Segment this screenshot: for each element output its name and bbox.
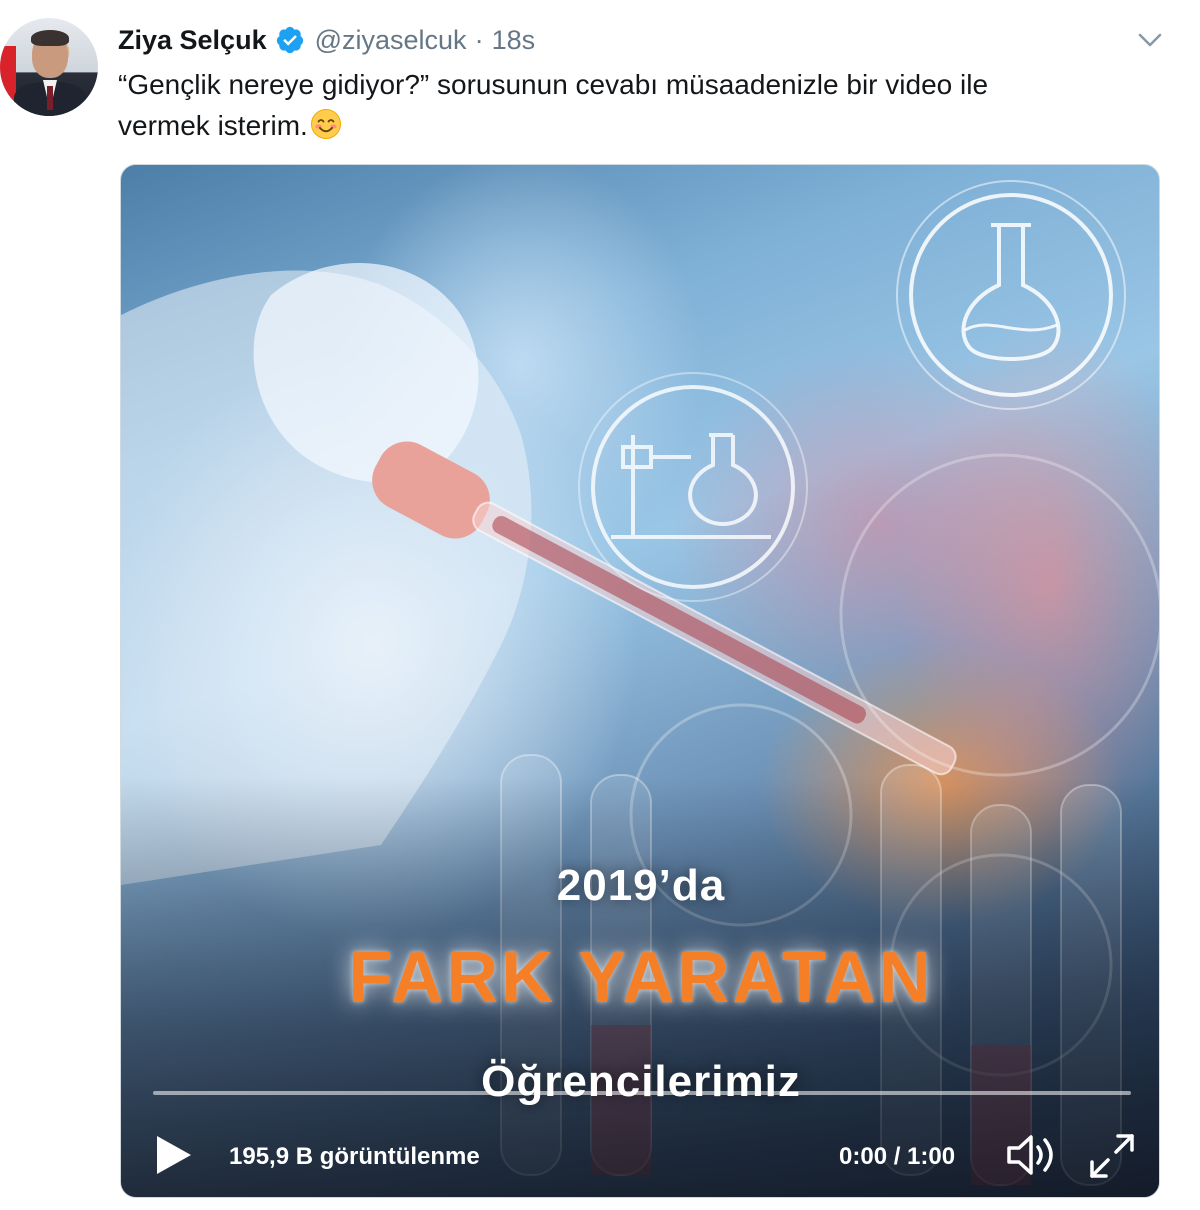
video-player[interactable]: 2019’da FARK YARATAN Öğrencilerimiz 195,… <box>120 164 1160 1198</box>
author-handle[interactable]: @ziyaselcuk <box>315 25 467 56</box>
tweet-text-line-2: vermek isterim. <box>118 105 1118 146</box>
video-overlay-subtitle: Öğrencilerimiz <box>481 1057 801 1106</box>
video-progress-bar[interactable] <box>153 1091 1131 1095</box>
tweet-header: Ziya Selçuk @ziyaselcuk · 18s <box>118 24 535 56</box>
play-icon[interactable] <box>151 1133 195 1177</box>
video-time: 0:00 / 1:00 <box>839 1143 956 1170</box>
tweet-text-line-1: “Gençlik nereye gidiyor?” sorusunun ceva… <box>118 69 989 100</box>
view-count: 195,9 B görüntülenme <box>229 1143 480 1170</box>
volume-icon[interactable] <box>1005 1131 1061 1179</box>
separator-dot: · <box>474 24 484 55</box>
fullscreen-icon[interactable] <box>1087 1131 1137 1181</box>
tweet: Ziya Selçuk @ziyaselcuk · 18s “Gençlik n… <box>0 0 1200 1210</box>
author-display-name[interactable]: Ziya Selçuk <box>118 25 267 56</box>
video-overlay-title: FARK YARATAN <box>348 938 934 1018</box>
video-overlay-year: 2019’da <box>556 861 726 910</box>
chevron-down-icon[interactable] <box>1136 30 1164 50</box>
tweet-text: “Gençlik nereye gidiyor?” sorusunun ceva… <box>118 64 1118 146</box>
smiling-face-emoji-icon <box>310 108 342 140</box>
tweet-timestamp[interactable]: 18s <box>492 25 536 56</box>
verified-badge-icon <box>275 25 305 55</box>
avatar[interactable] <box>0 18 98 116</box>
tweet-text-line-2-text: vermek isterim. <box>118 110 308 141</box>
